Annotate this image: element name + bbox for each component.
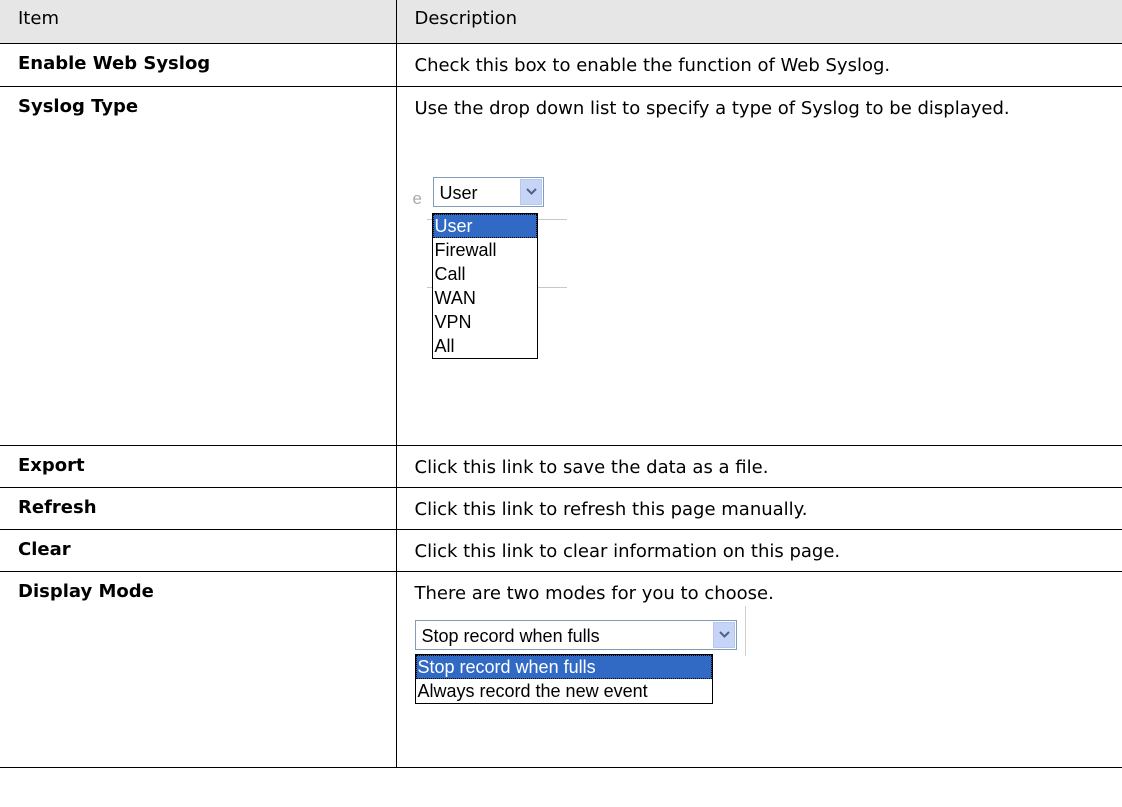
display-mode-options: Stop record when fulls Always record the… (414, 653, 713, 704)
table-row: Refresh Click this link to refresh this … (0, 486, 1122, 530)
table-row: Clear Click this link to clear informati… (0, 528, 1122, 572)
table-row: Display Mode There are two modes for you… (0, 570, 1122, 768)
option-always-record[interactable]: Always record the new event (416, 679, 712, 703)
option-call[interactable]: Call (433, 262, 537, 286)
table-row: Enable Web Syslog Check this box to enab… (0, 42, 1122, 87)
column-header-item: Item (0, 0, 397, 44)
table-row: Syslog Type Use the drop down list to sp… (0, 85, 1122, 446)
description-table: Item Description Enable Web Syslog Check… (0, 0, 1122, 768)
option-firewall[interactable]: Firewall (433, 238, 537, 262)
chevron-down-icon (525, 187, 537, 195)
description-cell: Click this link to save the data as a fi… (395, 444, 1122, 488)
item-cell: Syslog Type (0, 85, 397, 446)
item-cell: Clear (0, 528, 397, 572)
table-header-row: Item Description (0, 0, 1122, 44)
description-cell: Click this link to clear information on … (395, 528, 1122, 572)
dropdown-button[interactable] (519, 178, 542, 205)
select-value: Stop record when fulls (421, 625, 600, 646)
description-cell: Click this link to refresh this page man… (395, 486, 1122, 530)
chevron-down-icon (718, 630, 730, 638)
description-cell: Check this box to enable the function of… (395, 42, 1122, 87)
ghost-label: e (412, 188, 422, 208)
item-cell: Refresh (0, 486, 397, 530)
divider (744, 605, 746, 656)
option-user[interactable]: User (432, 213, 537, 238)
syslog-type-options: User Firewall Call WAN VPN All (431, 212, 538, 359)
display-mode-select[interactable]: Stop record when fulls (414, 619, 737, 650)
description-text: Use the drop down list to specify a type… (414, 97, 1010, 119)
description-cell: There are two modes for you to choose. S… (395, 570, 1122, 768)
item-cell: Display Mode (0, 570, 397, 768)
table-row: Export Click this link to save the data … (0, 444, 1122, 488)
option-vpn[interactable]: VPN (433, 310, 537, 334)
select-value: User (439, 182, 478, 203)
option-all[interactable]: All (433, 334, 537, 358)
description-cell: Use the drop down list to specify a type… (395, 85, 1122, 446)
display-mode-dropdown-illustration: Stop record when fulls Stop record when … (414, 605, 1107, 746)
syslog-type-select[interactable]: User (432, 176, 544, 207)
option-stop-record[interactable]: Stop record when fulls (415, 654, 712, 679)
syslog-type-dropdown-illustration: e User User Firewall Call WAN VPN All (412, 121, 1107, 421)
dropdown-button[interactable] (712, 621, 735, 648)
column-header-description: Description (395, 0, 1122, 44)
item-cell: Enable Web Syslog (0, 42, 397, 87)
description-text: There are two modes for you to choose. (414, 582, 774, 604)
option-wan[interactable]: WAN (433, 286, 537, 310)
item-cell: Export (0, 444, 397, 488)
